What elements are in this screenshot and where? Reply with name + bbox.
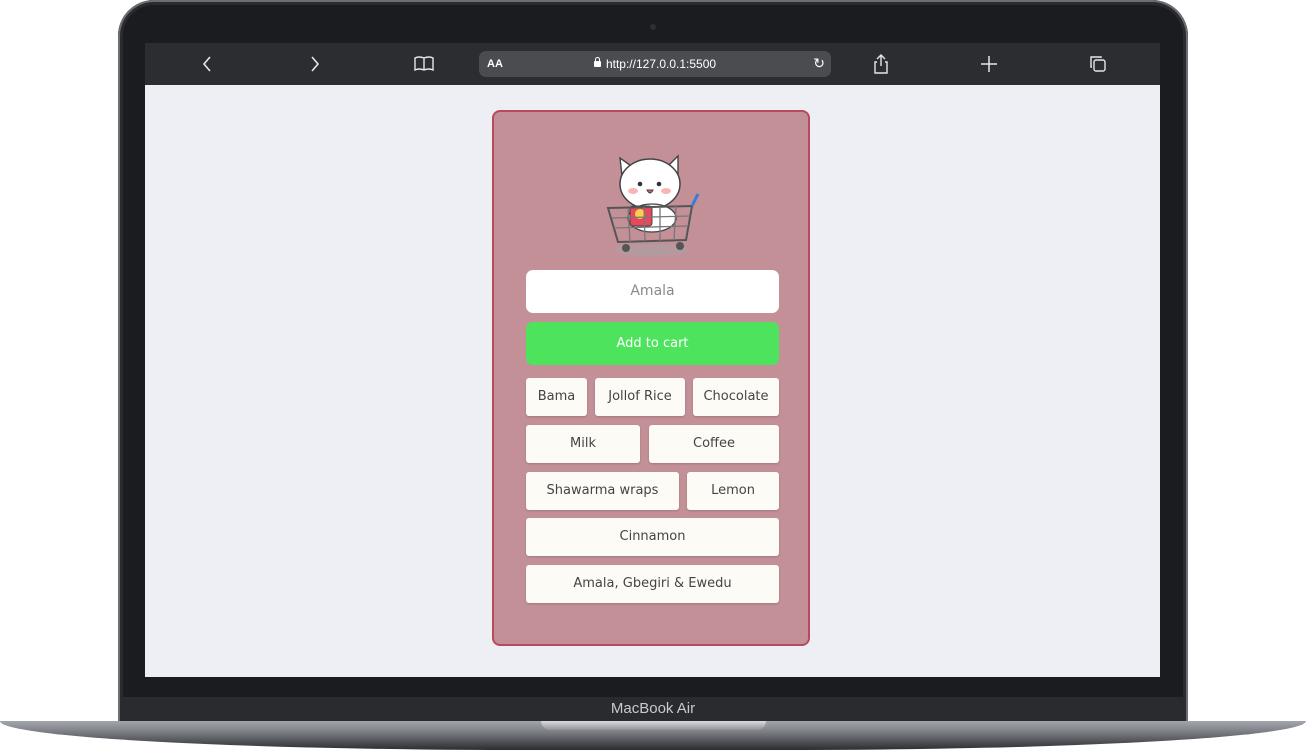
cart-item-bama[interactable]: Bama <box>526 378 587 416</box>
browser-screen: AA http://127.0.0.1:5500 ↻ Amala Add to … <box>145 43 1160 677</box>
reload-icon[interactable]: ↻ <box>813 51 825 77</box>
cart-item-cinnamon[interactable]: Cinnamon <box>526 518 779 556</box>
cart-item-lemon[interactable]: Lemon <box>687 472 779 510</box>
cart-item-shawarma-wraps[interactable]: Shawarma wraps <box>526 472 679 510</box>
brand-label: MacBook Air <box>610 700 696 717</box>
back-icon[interactable] <box>187 43 227 85</box>
url-text: http://127.0.0.1:5500 <box>605 57 717 71</box>
cart-item-amala-gbegiri-ewedu[interactable]: Amala, Gbegiri & Ewedu <box>526 565 779 603</box>
bookmarks-icon[interactable] <box>404 43 444 85</box>
share-icon[interactable] <box>861 43 901 85</box>
item-input[interactable]: Amala <box>526 270 779 313</box>
cart-item-milk[interactable]: Milk <box>526 425 640 463</box>
cat-cart-illustration <box>606 154 700 256</box>
shopping-card: Amala Add to cart Bama Jollof Rice Choco… <box>492 110 810 646</box>
address-bar[interactable]: AA http://127.0.0.1:5500 ↻ <box>479 51 831 77</box>
lock-icon <box>593 56 601 67</box>
forward-icon[interactable] <box>295 43 335 85</box>
cart-item-chocolate[interactable]: Chocolate <box>693 378 779 416</box>
cart-item-coffee[interactable]: Coffee <box>649 425 779 463</box>
cart-item-jollof-rice[interactable]: Jollof Rice <box>595 378 685 416</box>
camera-icon <box>650 24 656 30</box>
laptop-notch <box>541 721 766 730</box>
tabs-overview-icon[interactable] <box>1078 43 1118 85</box>
add-to-cart-button[interactable]: Add to cart <box>526 322 779 365</box>
url-display[interactable]: http://127.0.0.1:5500 <box>479 51 831 77</box>
browser-toolbar: AA http://127.0.0.1:5500 ↻ <box>145 43 1160 85</box>
new-tab-icon[interactable] <box>969 43 1009 85</box>
